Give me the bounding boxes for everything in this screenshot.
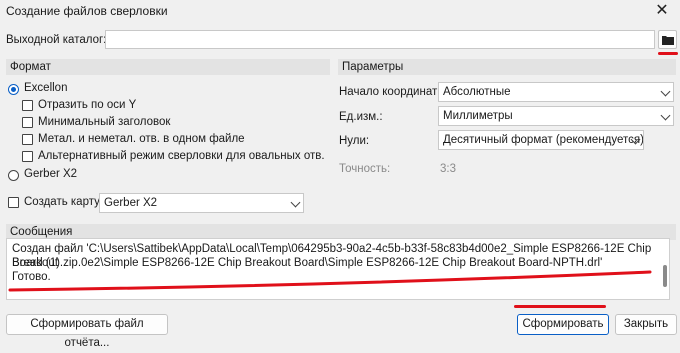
- excellon-radio[interactable]: [8, 84, 19, 95]
- alt-oval-drill-checkbox[interactable]: [22, 151, 33, 162]
- zeros-select[interactable]: Десятичный формат (рекомендуется): [438, 130, 644, 150]
- mirror-y-label: Отразить по оси Y: [38, 99, 137, 111]
- folder-icon: [661, 36, 674, 45]
- origin-select[interactable]: Абсолютные: [438, 82, 674, 102]
- chevron-down-icon: [660, 86, 671, 97]
- chevron-down-icon: [290, 197, 301, 208]
- title-bar: Создание файлов сверловки ✕: [0, 0, 680, 24]
- gerber-x2-label: Gerber X2: [24, 168, 78, 180]
- merge-pth-npth-checkbox[interactable]: [22, 134, 33, 145]
- close-icon[interactable]: ✕: [650, 0, 674, 22]
- message-line-2: Board (1).zip.0e2\Simple ESP8266-12E Chi…: [12, 257, 603, 269]
- units-label: Ед.изм.:: [339, 111, 383, 123]
- chevron-down-icon: [660, 110, 671, 121]
- output-dir-input[interactable]: [105, 30, 655, 49]
- precision-value: 3:3: [440, 163, 456, 175]
- format-section-header: Формат: [6, 59, 330, 75]
- minimal-header-checkbox[interactable]: [22, 117, 33, 128]
- window-title: Создание файлов сверловки: [6, 4, 168, 18]
- map-format-select[interactable]: Gerber X2: [99, 193, 304, 213]
- create-map-checkbox[interactable]: [8, 197, 19, 208]
- red-annotation-underline-generate: [514, 305, 606, 308]
- excellon-label: Excellon: [24, 82, 68, 94]
- minimal-header-label: Минимальный заголовок: [38, 116, 171, 128]
- params-section-header: Параметры: [338, 59, 676, 75]
- red-annotation-underline-message: [8, 270, 652, 292]
- params-section-title: Параметры: [342, 61, 404, 73]
- origin-label: Начало координат:: [339, 86, 441, 98]
- merge-pth-npth-label: Метал. и неметал. отв. в одном файле: [38, 133, 245, 145]
- mirror-y-checkbox[interactable]: [22, 100, 33, 111]
- messages-section-title: Сообщения: [10, 226, 73, 238]
- format-section-title: Формат: [10, 61, 51, 73]
- red-annotation-underline-folder: [658, 52, 678, 55]
- output-dir-label: Выходной каталог:: [6, 34, 107, 46]
- create-map-label: Создать карту:: [24, 196, 104, 208]
- units-select[interactable]: Миллиметры: [438, 106, 674, 126]
- precision-label: Точность:: [339, 163, 391, 175]
- gerber-x2-radio[interactable]: [8, 170, 19, 181]
- generate-button[interactable]: Сформировать: [517, 314, 609, 335]
- browse-folder-button[interactable]: [658, 30, 677, 49]
- alt-oval-drill-label: Альтернативный режим сверловки для оваль…: [38, 150, 325, 162]
- zeros-label: Нули:: [339, 135, 370, 147]
- close-button[interactable]: Закрыть: [615, 314, 677, 335]
- generate-report-button[interactable]: Сформировать файл отчёта...: [6, 314, 168, 349]
